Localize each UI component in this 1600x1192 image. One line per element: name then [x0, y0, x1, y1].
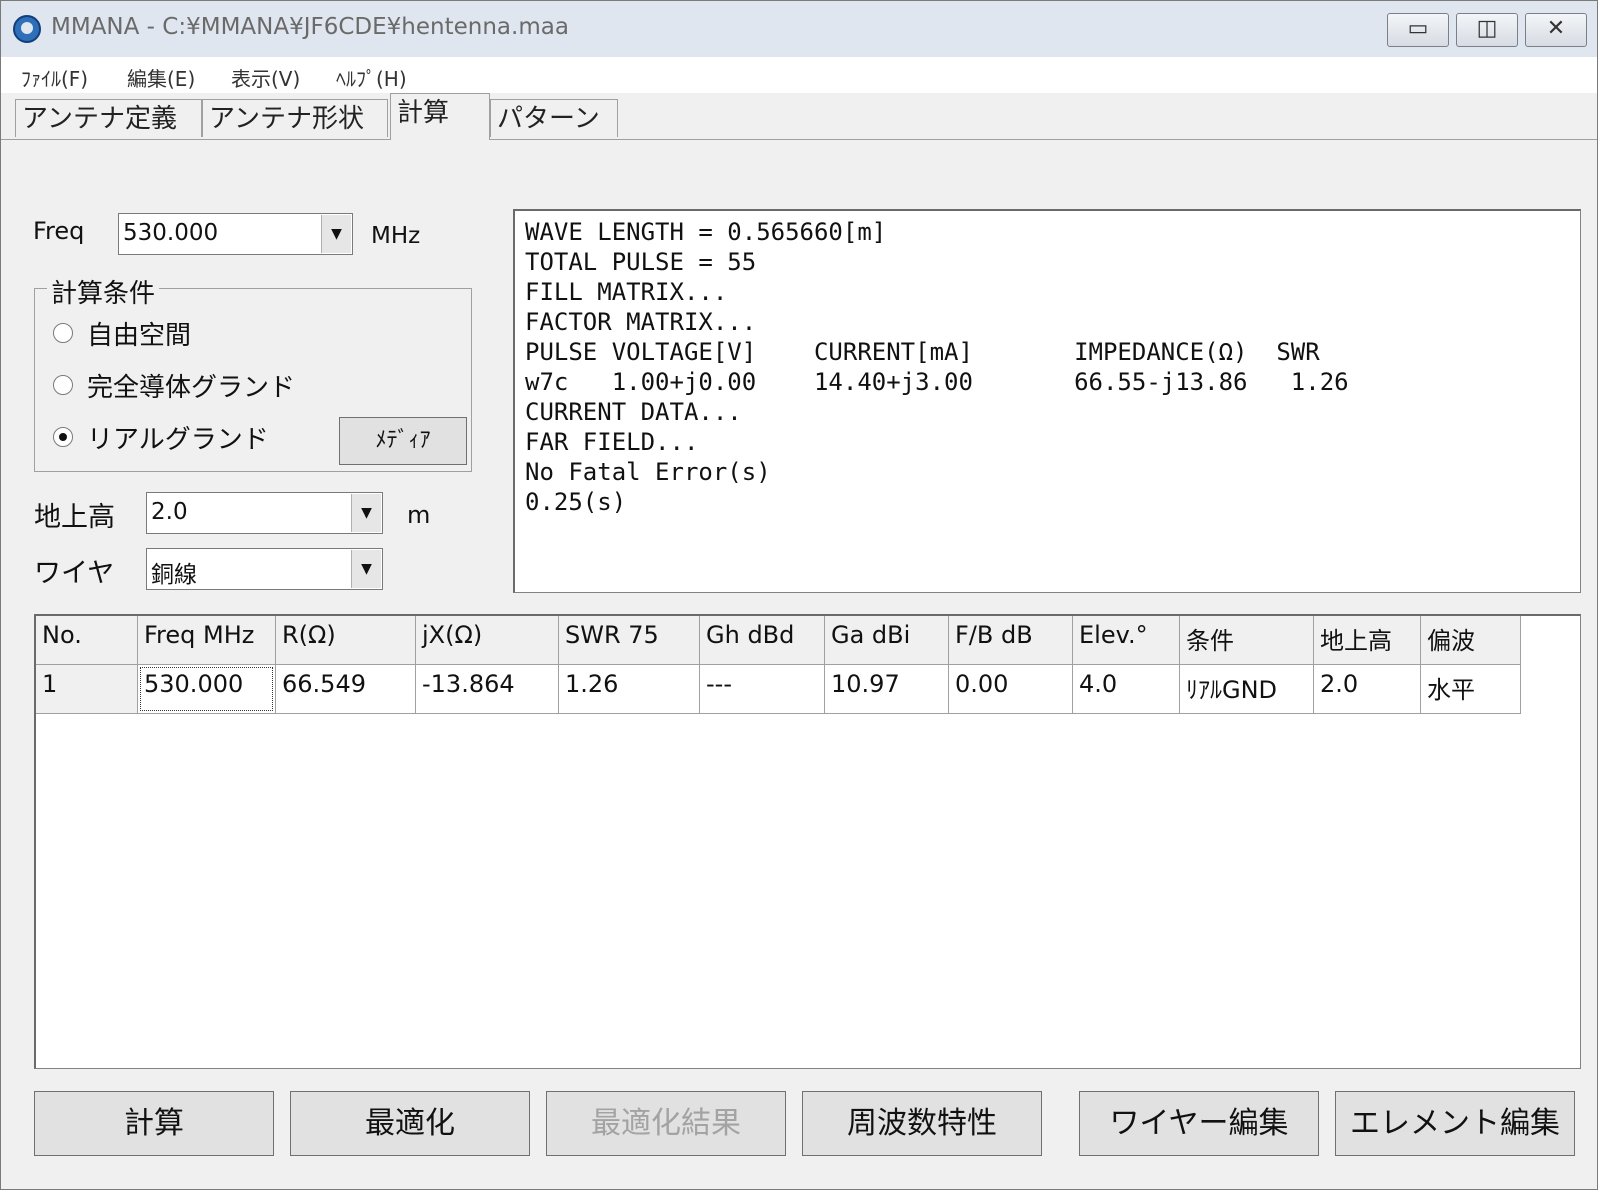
- table-cell[interactable]: 66.549: [276, 665, 416, 714]
- table-cell[interactable]: 水平: [1421, 665, 1521, 714]
- tab-antenna-definition[interactable]: アンテナ定義: [15, 99, 202, 137]
- chevron-down-icon[interactable]: ▼: [351, 494, 381, 532]
- output-line: 0.25(s): [525, 488, 627, 516]
- radio-perfect-ground-label[interactable]: 完全導体グランド: [87, 367, 295, 404]
- table-cell[interactable]: ---: [700, 665, 825, 714]
- column-header[interactable]: No.: [36, 616, 138, 665]
- column-header[interactable]: 偏波: [1421, 616, 1521, 665]
- chevron-down-icon[interactable]: ▼: [351, 550, 381, 588]
- output-line: CURRENT DATA...: [525, 398, 742, 426]
- column-header[interactable]: 条件: [1180, 616, 1314, 665]
- wire-label: ワイヤ: [34, 558, 115, 589]
- optimize-result-button[interactable]: 最適化結果: [546, 1091, 786, 1156]
- output-line: w7c 1.00+j0.00 14.40+j3.00 66.55-j13.86 …: [525, 368, 1349, 396]
- menu-view[interactable]: 表示(V): [231, 63, 300, 92]
- column-header[interactable]: SWR 75: [559, 616, 700, 665]
- window-title: MMANA - C:¥MMANA¥JF6CDE¥hentenna.maa: [51, 14, 569, 40]
- column-header[interactable]: jX(Ω): [416, 616, 559, 665]
- height-combo[interactable]: 2.0 ▼: [146, 492, 383, 534]
- frequency-characteristics-button[interactable]: 周波数特性: [802, 1091, 1042, 1156]
- radio-free-space-label[interactable]: 自由空間: [87, 315, 191, 352]
- close-icon: ✕: [1546, 16, 1566, 41]
- chevron-down-icon[interactable]: ▼: [321, 215, 351, 253]
- radio-free-space[interactable]: [53, 323, 73, 343]
- freq-label: Freq: [33, 217, 85, 245]
- maximize-icon: ◫: [1476, 16, 1498, 41]
- output-line: FACTOR MATRIX...: [525, 308, 757, 336]
- output-line: WAVE LENGTH = 0.565660[m]: [525, 218, 887, 246]
- table-cell[interactable]: 530.000: [138, 665, 276, 714]
- freq-unit: MHz: [371, 223, 421, 249]
- tab-calculation[interactable]: 計算: [390, 93, 490, 140]
- element-edit-button[interactable]: エレメント編集: [1335, 1091, 1575, 1156]
- column-header[interactable]: R(Ω): [276, 616, 416, 665]
- column-header[interactable]: Freq MHz: [138, 616, 276, 665]
- menu-file[interactable]: ﾌｧｲﾙ(F): [21, 63, 88, 92]
- calculation-output[interactable]: WAVE LENGTH = 0.565660[m] TOTAL PULSE = …: [513, 209, 1581, 593]
- tab-antenna-shape[interactable]: アンテナ形状: [202, 99, 388, 137]
- freq-combo[interactable]: 530.000 ▼: [118, 213, 353, 255]
- column-header[interactable]: Ga dBi: [825, 616, 949, 665]
- minimize-button[interactable]: ▭: [1387, 13, 1449, 47]
- radio-real-ground[interactable]: [53, 427, 73, 447]
- optimize-button[interactable]: 最適化: [290, 1091, 530, 1156]
- table-cell[interactable]: 1.26: [559, 665, 700, 714]
- wire-edit-button[interactable]: ワイヤー編集: [1079, 1091, 1319, 1156]
- minimize-icon: ▭: [1407, 16, 1429, 41]
- output-line: PULSE VOLTAGE[V] CURRENT[mA] IMPEDANCE(Ω…: [525, 338, 1320, 366]
- column-header[interactable]: F/B dB: [949, 616, 1073, 665]
- table-cell[interactable]: 4.0: [1073, 665, 1180, 714]
- freq-value: 530.000: [123, 220, 219, 246]
- output-line: No Fatal Error(s): [525, 458, 771, 486]
- title-bar[interactable]: MMANA - C:¥MMANA¥JF6CDE¥hentenna.maa ▭ ◫…: [1, 1, 1597, 58]
- output-line: FAR FIELD...: [525, 428, 699, 456]
- column-header[interactable]: Gh dBd: [700, 616, 825, 665]
- wire-value: 銅線: [151, 562, 197, 588]
- column-header[interactable]: 地上高: [1314, 616, 1421, 665]
- height-unit: m: [407, 501, 431, 529]
- table-cell[interactable]: ﾘｱﾙGND: [1180, 665, 1314, 714]
- menu-edit[interactable]: 編集(E): [127, 63, 195, 92]
- conditions-title: 計算条件: [47, 273, 160, 310]
- radio-real-ground-label[interactable]: リアルグランド: [87, 419, 269, 456]
- menu-bar: ﾌｧｲﾙ(F) 編集(E) 表示(V) ﾍﾙﾌﾟ(H): [1, 57, 1597, 93]
- output-line: TOTAL PULSE = 55: [525, 248, 757, 276]
- radio-perfect-ground[interactable]: [53, 375, 73, 395]
- table-cell[interactable]: 10.97: [825, 665, 949, 714]
- close-button[interactable]: ✕: [1525, 13, 1587, 47]
- calculate-button[interactable]: 計算: [34, 1091, 274, 1156]
- column-header[interactable]: Elev.°: [1073, 616, 1180, 665]
- media-button[interactable]: ﾒﾃﾞｨｱ: [339, 417, 467, 465]
- table-cell[interactable]: 0.00: [949, 665, 1073, 714]
- wire-combo[interactable]: 銅線 ▼: [146, 548, 383, 590]
- tab-pattern[interactable]: パターン: [490, 99, 618, 137]
- results-table[interactable]: No. Freq MHz R(Ω) jX(Ω) SWR 75 Gh dBd Ga…: [34, 614, 1581, 1069]
- output-line: FILL MATRIX...: [525, 278, 728, 306]
- maximize-button[interactable]: ◫: [1456, 13, 1518, 47]
- app-icon[interactable]: [13, 15, 41, 43]
- menu-help[interactable]: ﾍﾙﾌﾟ(H): [336, 63, 407, 92]
- mmana-window: MMANA - C:¥MMANA¥JF6CDE¥hentenna.maa ▭ ◫…: [0, 0, 1598, 1190]
- height-value: 2.0: [151, 499, 188, 525]
- tab-bar: アンテナ定義 アンテナ形状 計算 パターン: [1, 93, 1597, 140]
- table-cell[interactable]: 1: [36, 665, 138, 714]
- table-cell[interactable]: 2.0: [1314, 665, 1421, 714]
- table-cell[interactable]: -13.864: [416, 665, 559, 714]
- height-label: 地上高: [34, 502, 115, 533]
